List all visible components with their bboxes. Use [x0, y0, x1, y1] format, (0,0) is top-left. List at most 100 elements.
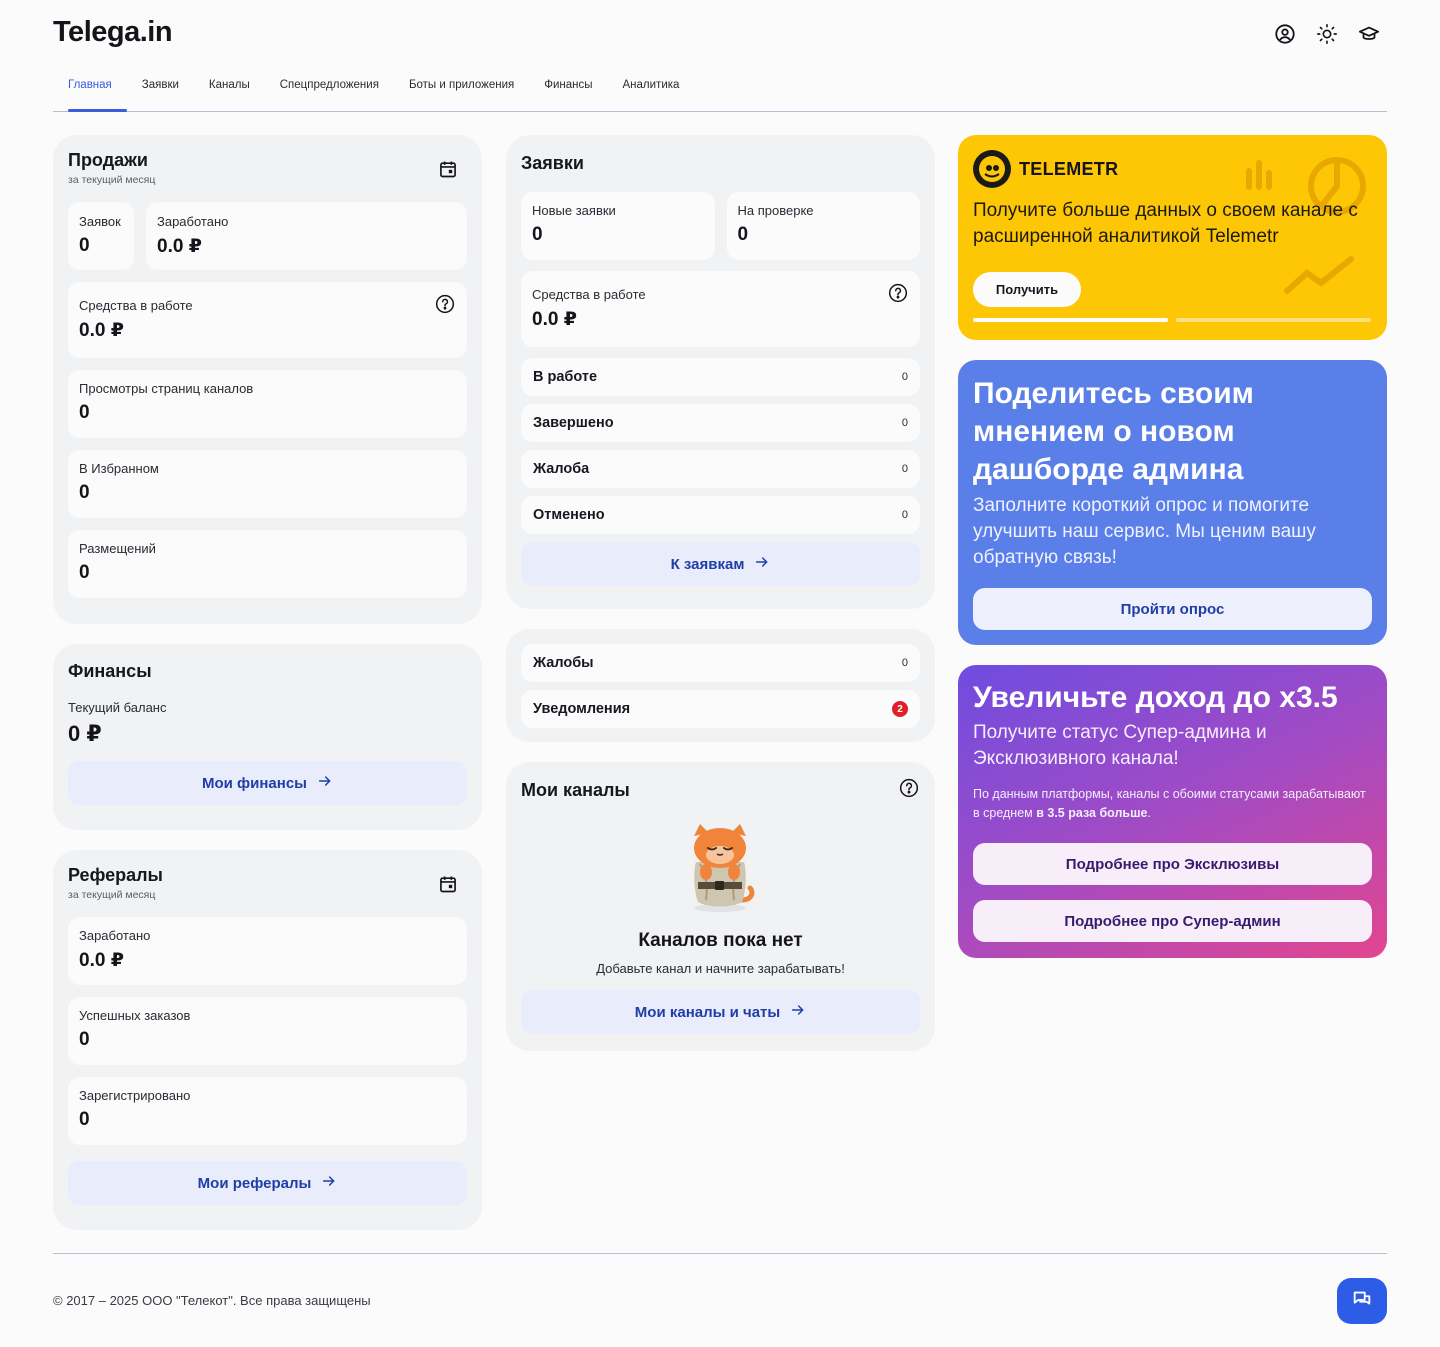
my-channels-button[interactable]: Мои каналы и чаты	[521, 990, 920, 1034]
referrals-earned-label: Заработано	[79, 928, 151, 943]
sales-title: Продажи	[68, 150, 148, 170]
requests-funds-label: Средства в работе	[532, 287, 646, 302]
header: Telega.in	[53, 0, 1387, 70]
footer-divider	[53, 1253, 1387, 1254]
sales-views-tile: Просмотры страниц каналов 0	[68, 370, 467, 438]
requests-card: Заявки Новые заявки 0 На проверке 0 Сред…	[506, 135, 935, 609]
arrow-right-icon	[317, 773, 333, 793]
finance-card: Финансы Текущий баланс 0 ₽ Мои финансы	[53, 644, 482, 830]
tab-bots[interactable]: Боты и приложения	[394, 70, 529, 111]
sales-placements-value: 0	[79, 562, 90, 583]
status-label: Отменено	[533, 507, 605, 523]
notifications-card: Жалобы 0 Уведомления 2	[506, 629, 935, 742]
exclusive-info-button[interactable]: Подробнее про Эксклюзивы	[973, 843, 1372, 885]
tab-requests[interactable]: Заявки	[127, 70, 194, 111]
tab-offers[interactable]: Спецпредложения	[265, 70, 394, 111]
referrals-earned-tile: Заработано 0.0 ₽	[68, 917, 467, 985]
arrow-right-icon	[754, 554, 770, 574]
referrals-registered-value: 0	[79, 1109, 90, 1130]
referrals-registered-tile: Зарегистрировано 0	[68, 1077, 467, 1145]
header-icons	[1273, 22, 1381, 46]
help-icon[interactable]	[888, 283, 908, 308]
sales-card: Продажи за текущий месяц Заявок 0 Зарабо…	[53, 135, 482, 624]
footer-copyright: © 2017 – 2025 ООО "Телекот". Все права з…	[53, 1293, 371, 1308]
sales-subtitle: за текущий месяц	[68, 174, 156, 186]
income-note-suffix: .	[1147, 806, 1151, 820]
sales-views-value: 0	[79, 402, 90, 423]
requests-review-tile[interactable]: На проверке 0	[726, 192, 920, 260]
status-in-progress[interactable]: В работе 0	[521, 358, 920, 396]
complaints-row[interactable]: Жалобы 0	[521, 644, 920, 682]
tab-channels[interactable]: Каналы	[194, 70, 265, 111]
status-cancelled[interactable]: Отменено 0	[521, 496, 920, 534]
survey-title: Поделитесь своим мнением о новом дашборд…	[973, 377, 1254, 486]
telemetr-promo: TELEMETR Получите больше данных о своем …	[958, 135, 1387, 340]
sun-icon[interactable]	[1315, 22, 1339, 46]
sales-placements-tile: Размещений 0	[68, 530, 467, 598]
to-requests-label: К заявкам	[670, 555, 745, 573]
survey-button[interactable]: Пройти опрос	[973, 588, 1372, 630]
notices-row[interactable]: Уведомления 2	[521, 690, 920, 728]
support-chat-button[interactable]	[1337, 1278, 1387, 1324]
telemetr-slide-indicator-2[interactable]	[1176, 318, 1371, 322]
finance-balance-label: Текущий баланс	[68, 700, 167, 715]
income-note: По данным платформы, каналы с обоими ста…	[973, 785, 1372, 823]
finance-title: Финансы	[68, 661, 152, 681]
superadmin-info-button[interactable]: Подробнее про Супер-админ	[973, 900, 1372, 942]
sales-favorites-tile: В Избранном 0	[68, 450, 467, 518]
to-requests-button[interactable]: К заявкам	[521, 542, 920, 586]
requests-title: Заявки	[521, 153, 584, 173]
sales-requests-value: 0	[79, 235, 90, 256]
sales-funds-tile: Средства в работе 0.0 ₽	[68, 282, 467, 358]
income-note-text: По данным платформы, каналы с обоими ста…	[973, 787, 1366, 820]
survey-promo: Поделитесь своим мнением о новом дашборд…	[958, 360, 1387, 645]
sales-earned-value: 0.0 ₽	[157, 236, 202, 257]
status-completed[interactable]: Завершено 0	[521, 404, 920, 442]
channels-title: Мои каналы	[521, 780, 630, 800]
status-label: Жалоба	[533, 461, 590, 477]
help-icon[interactable]	[435, 294, 455, 319]
channels-empty-title: Каналов пока нет	[638, 930, 803, 951]
status-label: В работе	[533, 369, 598, 385]
referrals-earned-value: 0.0 ₽	[79, 950, 124, 971]
sales-views-label: Просмотры страниц каналов	[79, 381, 254, 396]
calendar-icon[interactable]	[438, 874, 458, 899]
arrow-right-icon	[790, 1002, 806, 1022]
income-note-bold: в 3.5 раза больше	[1036, 806, 1148, 820]
chat-bubble-icon	[1351, 1288, 1373, 1315]
requests-new-tile[interactable]: Новые заявки 0	[521, 192, 715, 260]
telemetr-get-button[interactable]: Получить	[973, 272, 1081, 307]
tab-analytics[interactable]: Аналитика	[608, 70, 695, 111]
status-count: 0	[901, 463, 908, 475]
sales-earned-tile: Заработано 0.0 ₽	[146, 202, 467, 270]
my-finance-button[interactable]: Мои финансы	[68, 761, 467, 805]
sales-funds-label: Средства в работе	[79, 298, 193, 313]
tab-home[interactable]: Главная	[53, 70, 127, 112]
my-channels-label: Мои каналы и чаты	[634, 1003, 781, 1021]
telemetr-brand: TELEMETR	[1019, 158, 1119, 179]
referrals-orders-value: 0	[79, 1029, 90, 1050]
status-count: 0	[901, 417, 908, 429]
referrals-card: Рефералы за текущий месяц Заработано 0.0…	[53, 850, 482, 1230]
tab-finance[interactable]: Финансы	[529, 70, 607, 111]
arrow-right-icon	[321, 1173, 337, 1193]
sales-requests-label: Заявок	[79, 214, 121, 229]
referrals-orders-label: Успешных заказов	[79, 1008, 191, 1023]
complaints-count: 0	[901, 657, 908, 669]
requests-new-value: 0	[532, 224, 543, 245]
graduation-cap-icon[interactable]	[1357, 22, 1381, 46]
requests-funds-tile: Средства в работе 0.0 ₽	[521, 271, 920, 347]
sales-favorites-value: 0	[79, 482, 90, 503]
my-referrals-button[interactable]: Мои рефералы	[68, 1161, 467, 1205]
user-circle-icon[interactable]	[1273, 22, 1297, 46]
referrals-orders-tile: Успешных заказов 0	[68, 997, 467, 1065]
logo[interactable]: Telega.in	[53, 16, 173, 49]
income-text: Получите статус Супер-админа и Эксклюзив…	[973, 722, 1267, 769]
help-icon[interactable]	[899, 778, 919, 803]
telemetr-slide-indicator-1[interactable]	[973, 318, 1168, 322]
referrals-title: Рефералы	[68, 865, 163, 885]
status-complaint[interactable]: Жалоба 0	[521, 450, 920, 488]
status-label: Завершено	[533, 415, 614, 431]
calendar-icon[interactable]	[438, 159, 458, 184]
sales-earned-label: Заработано	[157, 214, 229, 229]
